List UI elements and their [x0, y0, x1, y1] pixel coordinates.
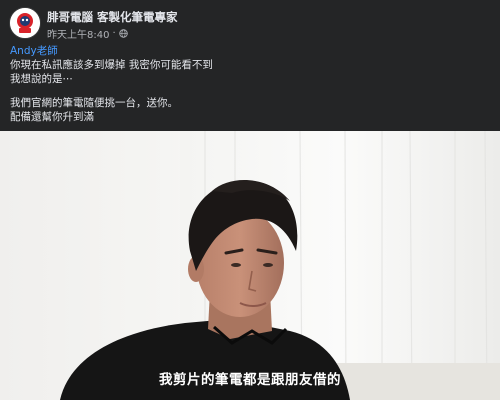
- message-line: 配備還幫你升到滿: [10, 111, 94, 123]
- post-meta: 昨天上午8:40 ·: [47, 26, 128, 41]
- post-message: Andy老師 你現在私訊應該多到爆掉 我密你可能看不到 我想說的是⋯ 我們官網的…: [10, 44, 490, 124]
- separator-dot: ·: [112, 28, 116, 39]
- mention-link[interactable]: Andy老師: [10, 44, 490, 58]
- post-header: 腓哥電腦 客製化筆電專家 昨天上午8:40 ·: [0, 0, 500, 42]
- message-line: 你現在私訊應該多到爆掉 我密你可能看不到: [10, 59, 213, 71]
- facebook-post: 腓哥電腦 客製化筆電專家 昨天上午8:40 · Andy老師 你現在私訊應該多到…: [0, 0, 500, 400]
- video-subtitle: 我剪片的筆電都是跟朋友借的: [159, 372, 341, 388]
- post-timestamp[interactable]: 昨天上午8:40: [47, 26, 109, 41]
- message-line: 我想說的是⋯: [10, 73, 73, 85]
- page-logo-icon: [10, 8, 40, 38]
- video-player[interactable]: [0, 131, 500, 400]
- page-name[interactable]: 腓哥電腦 客製化筆電專家: [47, 9, 178, 25]
- page-avatar[interactable]: [9, 7, 41, 39]
- video-frame: [0, 131, 500, 400]
- message-line: 我們官網的筆電隨便挑一台，送你。: [10, 97, 178, 109]
- globe-icon: [118, 29, 128, 38]
